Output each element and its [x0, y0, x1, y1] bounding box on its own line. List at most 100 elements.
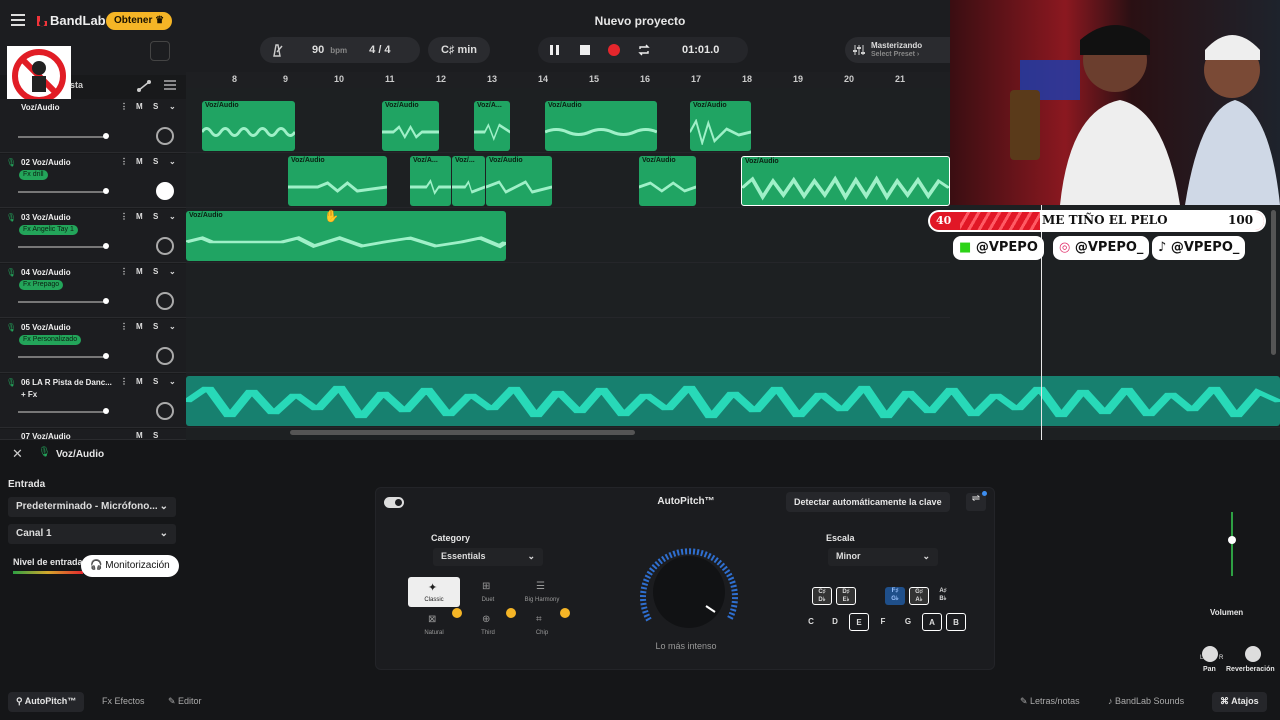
time-signature[interactable]: 4 / 4 — [369, 44, 390, 56]
track-name[interactable]: Voz/Audio — [21, 103, 60, 112]
pan-knob[interactable] — [156, 347, 174, 365]
chevron-down-icon[interactable]: ⌄ — [169, 102, 176, 111]
panel-toggle-icon[interactable] — [150, 41, 170, 61]
pan-knob[interactable] — [1202, 646, 1218, 662]
key-c-sharp[interactable]: C♯ D♭ — [812, 587, 832, 605]
solo-button[interactable]: S — [153, 431, 158, 439]
track-name[interactable]: 07 Voz/Audio — [21, 432, 71, 439]
shortcuts-button[interactable]: ⌘ Atajos — [1212, 692, 1267, 712]
track-menu-icon[interactable]: ⋮ — [120, 322, 128, 331]
solo-button[interactable]: S — [153, 212, 158, 221]
track-header[interactable]: Voz/Audio ⋮ M S ⌄ — [0, 99, 186, 153]
audio-clip[interactable]: Voz/Audio — [186, 211, 506, 261]
volume-slider[interactable] — [18, 298, 109, 304]
track-name[interactable]: 05 Voz/Audio — [21, 323, 71, 332]
audio-clip[interactable]: Voz/Audio — [202, 101, 295, 151]
audio-clip[interactable]: Voz/A... — [410, 156, 451, 206]
volume-fader-handle[interactable] — [1228, 536, 1236, 544]
fx-badge[interactable]: Fx Prepago — [19, 280, 64, 290]
reverb-knob[interactable] — [1245, 646, 1261, 662]
bpm-value[interactable]: 90 — [312, 44, 324, 56]
volume-slider[interactable] — [18, 188, 109, 194]
solo-button[interactable]: S — [153, 267, 158, 276]
track-header[interactable]: 🎙 02 Voz/Audio Fx drill ⋮ M S ⌄ — [0, 154, 186, 208]
audio-clip[interactable]: Voz/Audio — [486, 156, 552, 206]
mute-button[interactable]: M — [136, 102, 143, 111]
pan-knob[interactable] — [156, 402, 174, 420]
volume-slider[interactable] — [18, 408, 109, 414]
fx-badge[interactable]: Fx Personalizado — [19, 335, 82, 345]
track-lane[interactable] — [186, 319, 950, 373]
track-header[interactable]: 🎙 03 Voz/Audio Fx Angelic Tay 1 ⋮ M S ⌄ — [0, 209, 186, 263]
track-name[interactable]: 03 Voz/Audio — [21, 213, 71, 222]
effect-duet[interactable]: ⊞ Duet — [462, 577, 514, 607]
autopitch-tab[interactable]: ⚲ AutoPitch™ — [8, 692, 85, 712]
track-header[interactable]: 🎙 05 Voz/Audio Fx Personalizado ⋮ M S ⌄ — [0, 319, 186, 373]
bandlab-logo[interactable]: BandLab — [35, 13, 106, 28]
key-c[interactable]: C — [801, 613, 821, 631]
stop-icon[interactable] — [579, 44, 591, 56]
audio-clip-selected[interactable]: Voz/Audio — [741, 156, 950, 206]
key-d[interactable]: D — [825, 613, 845, 631]
key-f[interactable]: F — [873, 613, 893, 631]
solo-button[interactable]: S — [153, 157, 158, 166]
volume-fader[interactable] — [1231, 512, 1233, 576]
timeline-ruler[interactable]: 8 9 10 11 12 13 14 15 16 17 18 19 20 21 — [186, 72, 950, 88]
audio-clip[interactable]: Voz/A... — [474, 101, 510, 151]
solo-button[interactable]: S — [153, 377, 158, 386]
audio-clip[interactable]: Voz/Audio — [690, 101, 751, 151]
audio-clip[interactable]: Voz/Audio — [288, 156, 387, 206]
chevron-down-icon[interactable]: ⌄ — [169, 267, 176, 276]
audio-clip[interactable]: Voz/Audio — [545, 101, 657, 151]
mute-button[interactable]: M — [136, 322, 143, 331]
category-select[interactable]: Essentials ⌄ — [433, 548, 543, 566]
chevron-down-icon[interactable]: ⌄ — [169, 377, 176, 386]
key-g[interactable]: G — [898, 613, 918, 631]
track-header[interactable]: 🎙 06 LA R Pista de Danc... + Fx ⋮ M S ⌄ — [0, 374, 186, 428]
audio-clip[interactable]: Voz/Audio — [639, 156, 696, 206]
menu-icon[interactable] — [11, 14, 25, 26]
track-header[interactable]: 🎙 04 Voz/Audio Fx Prepago ⋮ M S ⌄ — [0, 264, 186, 318]
mute-button[interactable]: M — [136, 377, 143, 386]
mute-button[interactable]: M — [136, 431, 143, 439]
mute-button[interactable]: M — [136, 157, 143, 166]
key-f-sharp[interactable]: F♯ G♭ — [885, 587, 905, 605]
chevron-down-icon[interactable]: ⌄ — [169, 157, 176, 166]
obtener-button[interactable]: Obtener ♛ — [106, 12, 173, 30]
track-menu-icon[interactable]: ⋮ — [120, 267, 128, 276]
metronome-icon[interactable] — [270, 43, 284, 57]
fx-badge[interactable]: Fx drill — [19, 170, 48, 180]
track-name[interactable]: 02 Voz/Audio — [21, 158, 71, 167]
key-g-sharp[interactable]: G♯ A♭ — [909, 587, 929, 605]
tempo-control[interactable]: 90 bpm 4 / 4 — [260, 37, 420, 63]
solo-button[interactable]: S — [153, 102, 158, 111]
key-a[interactable]: A — [922, 613, 942, 631]
bandlab-sounds-button[interactable]: ♪ BandLab Sounds — [1108, 696, 1184, 706]
pan-knob[interactable] — [156, 182, 174, 200]
fx-badge[interactable]: Fx Angelic Tay 1 — [19, 225, 78, 235]
mastering-button[interactable]: Masterizando Select Preset › — [845, 37, 950, 63]
project-title[interactable]: Nuevo proyecto — [540, 14, 740, 28]
solo-button[interactable]: S — [153, 322, 158, 331]
key-d-sharp[interactable]: D♯ E♭ — [836, 587, 856, 605]
volume-slider[interactable] — [18, 243, 109, 249]
audio-clip[interactable]: Voz/Audio — [382, 101, 439, 151]
pause-icon[interactable] — [549, 44, 561, 56]
track-lane[interactable]: Voz/Audio — [186, 209, 950, 263]
channel-select[interactable]: Canal 1 ⌄ — [8, 524, 176, 544]
effect-big-harmony[interactable]: ☰ Big Harmony — [516, 577, 568, 607]
chevron-down-icon[interactable]: ⌄ — [169, 212, 176, 221]
automation-icon[interactable] — [136, 79, 152, 93]
key-e[interactable]: E — [849, 613, 869, 631]
chevron-down-icon[interactable]: ⌄ — [169, 322, 176, 331]
pan-knob[interactable] — [156, 292, 174, 310]
autopitch-toggle[interactable] — [384, 497, 404, 508]
vertical-scrollbar[interactable] — [1271, 210, 1276, 355]
close-icon[interactable]: ✕ — [12, 446, 23, 462]
scale-select[interactable]: Minor ⌄ — [828, 548, 938, 566]
track-name[interactable]: 06 LA R Pista de Danc... — [21, 378, 112, 387]
key-selector[interactable]: C♯ min — [428, 37, 490, 63]
pan-knob[interactable] — [156, 127, 174, 145]
record-icon[interactable] — [608, 44, 620, 56]
audio-clip[interactable] — [186, 376, 1280, 426]
